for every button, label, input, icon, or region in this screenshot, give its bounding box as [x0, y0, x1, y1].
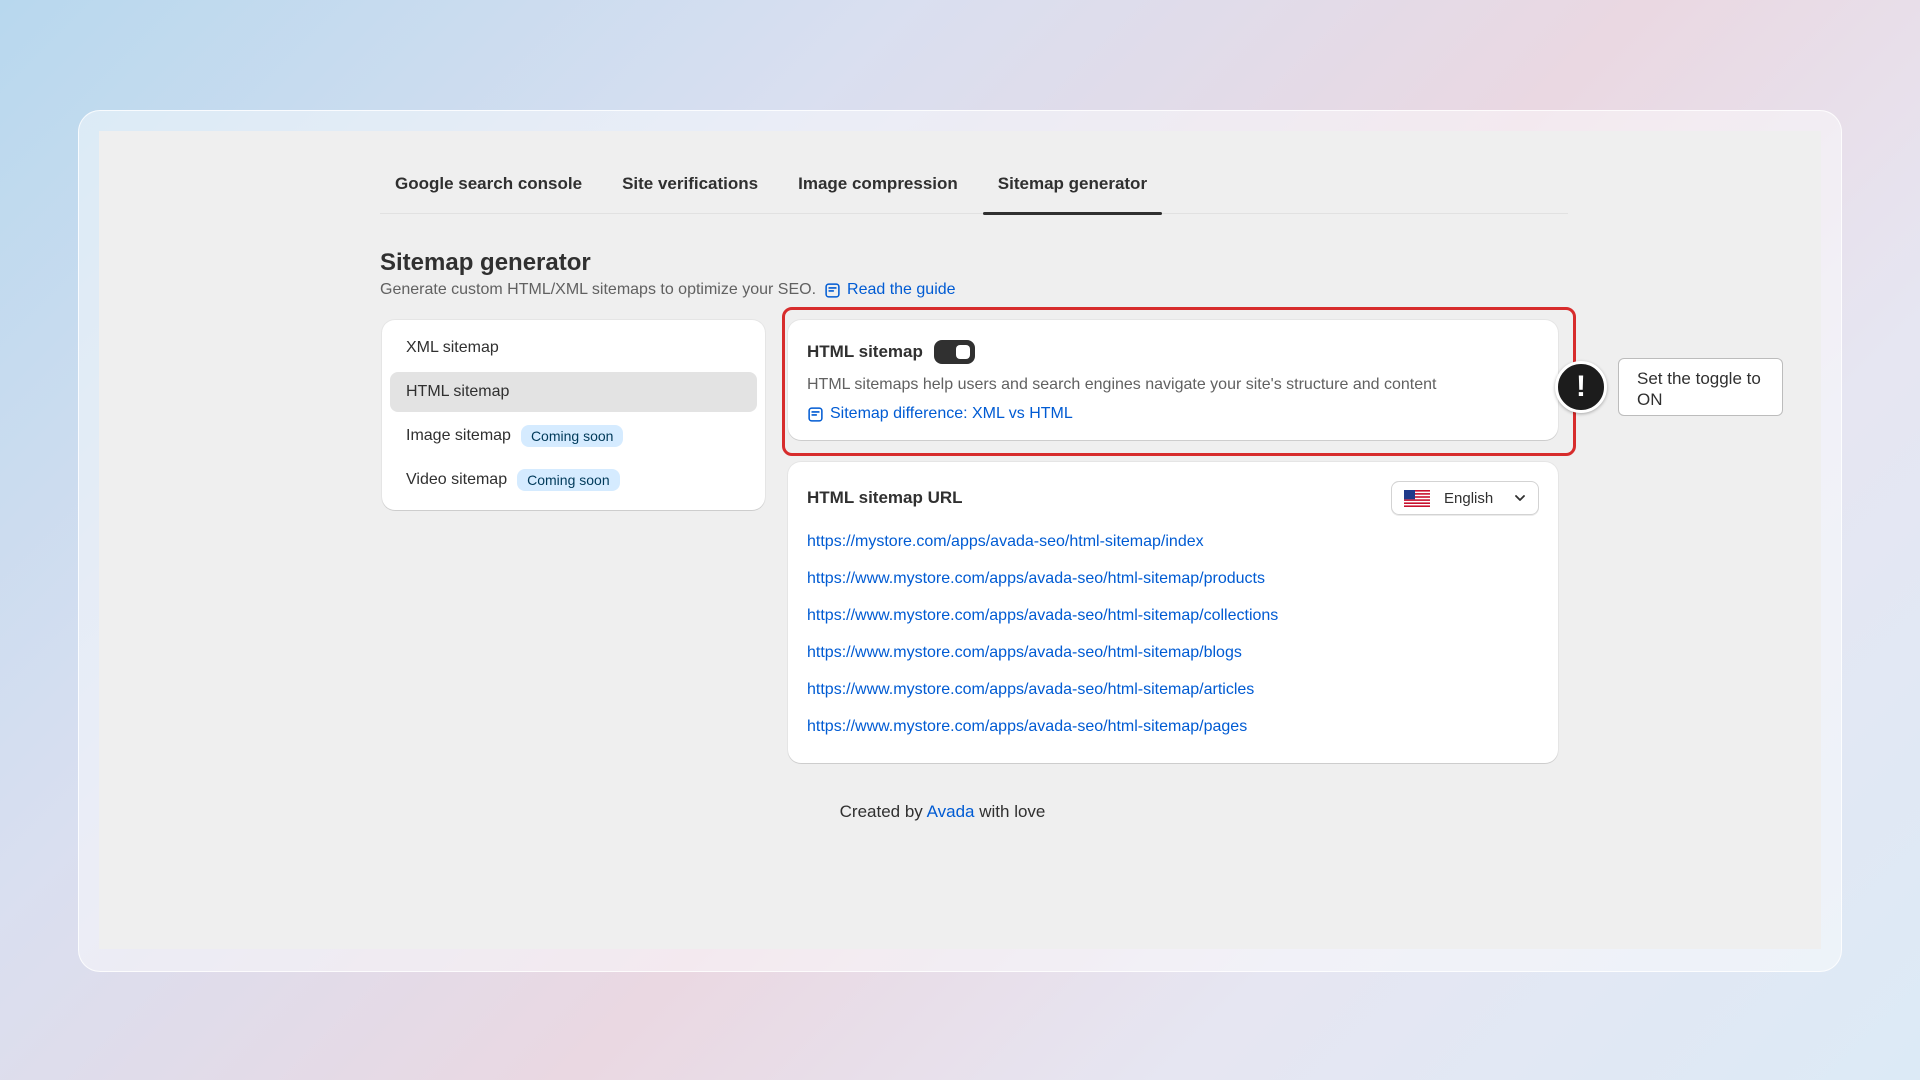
nav-item-label: Image sitemap [406, 427, 511, 444]
tab-bar: Google search console Site verifications… [380, 160, 1568, 215]
language-label: English [1444, 489, 1494, 507]
footer: Created by Avada with love [0, 802, 1920, 822]
nav-item-image-sitemap[interactable]: Image sitemap Coming soon [390, 416, 757, 456]
nav-item-html-sitemap[interactable]: HTML sitemap [390, 372, 757, 412]
page-title: Sitemap generator [380, 249, 591, 276]
sitemap-nav: XML sitemap HTML sitemap Image sitemap C… [382, 320, 765, 510]
tab-site-verifications[interactable]: Site verifications [607, 160, 773, 214]
sitemap-url-link[interactable]: https://www.mystore.com/apps/avada-seo/h… [807, 671, 1539, 708]
nav-item-label: HTML sitemap [406, 383, 510, 400]
sitemap-url-link[interactable]: https://www.mystore.com/apps/avada-seo/h… [807, 708, 1539, 745]
sitemap-url-link[interactable]: https://www.mystore.com/apps/avada-seo/h… [807, 560, 1539, 597]
nav-item-xml-sitemap[interactable]: XML sitemap [390, 328, 757, 368]
document-icon [825, 282, 840, 298]
highlight-box [782, 307, 1576, 456]
page-subtitle: Generate custom HTML/XML sitemaps to opt… [380, 281, 956, 299]
chevron-down-icon [1515, 495, 1525, 501]
read-guide-link[interactable]: Read the guide [824, 281, 956, 299]
language-select[interactable]: English [1391, 481, 1539, 515]
sitemap-url-link[interactable]: https://www.mystore.com/apps/avada-seo/h… [807, 634, 1539, 671]
avada-link[interactable]: Avada [927, 802, 975, 821]
url-list: https://mystore.com/apps/avada-seo/html-… [807, 523, 1539, 745]
html-sitemap-url-card: HTML sitemap URL English https://mystore… [788, 462, 1558, 763]
footer-prefix: Created by [839, 802, 923, 821]
sitemap-url-link[interactable]: https://www.mystore.com/apps/avada-seo/h… [807, 597, 1539, 634]
coming-soon-badge: Coming soon [517, 469, 620, 491]
tab-sitemap-generator[interactable]: Sitemap generator [982, 160, 1163, 215]
us-flag-icon [1404, 489, 1430, 507]
nav-item-label: Video sitemap [406, 471, 508, 488]
exclamation-icon: ! [1555, 361, 1607, 413]
tab-image-compression[interactable]: Image compression [783, 160, 973, 214]
read-guide-label: Read the guide [847, 281, 956, 298]
url-card-title: HTML sitemap URL [807, 488, 963, 507]
sitemap-url-link[interactable]: https://mystore.com/apps/avada-seo/html-… [807, 523, 1539, 560]
footer-suffix: with love [979, 802, 1046, 821]
instruction-callout: Set the toggle to ON [1618, 358, 1783, 416]
nav-item-label: XML sitemap [406, 339, 499, 356]
nav-item-video-sitemap[interactable]: Video sitemap Coming soon [390, 460, 757, 500]
tab-google-search-console[interactable]: Google search console [380, 160, 597, 214]
page-subtitle-text: Generate custom HTML/XML sitemaps to opt… [380, 281, 817, 298]
coming-soon-badge: Coming soon [520, 425, 624, 447]
